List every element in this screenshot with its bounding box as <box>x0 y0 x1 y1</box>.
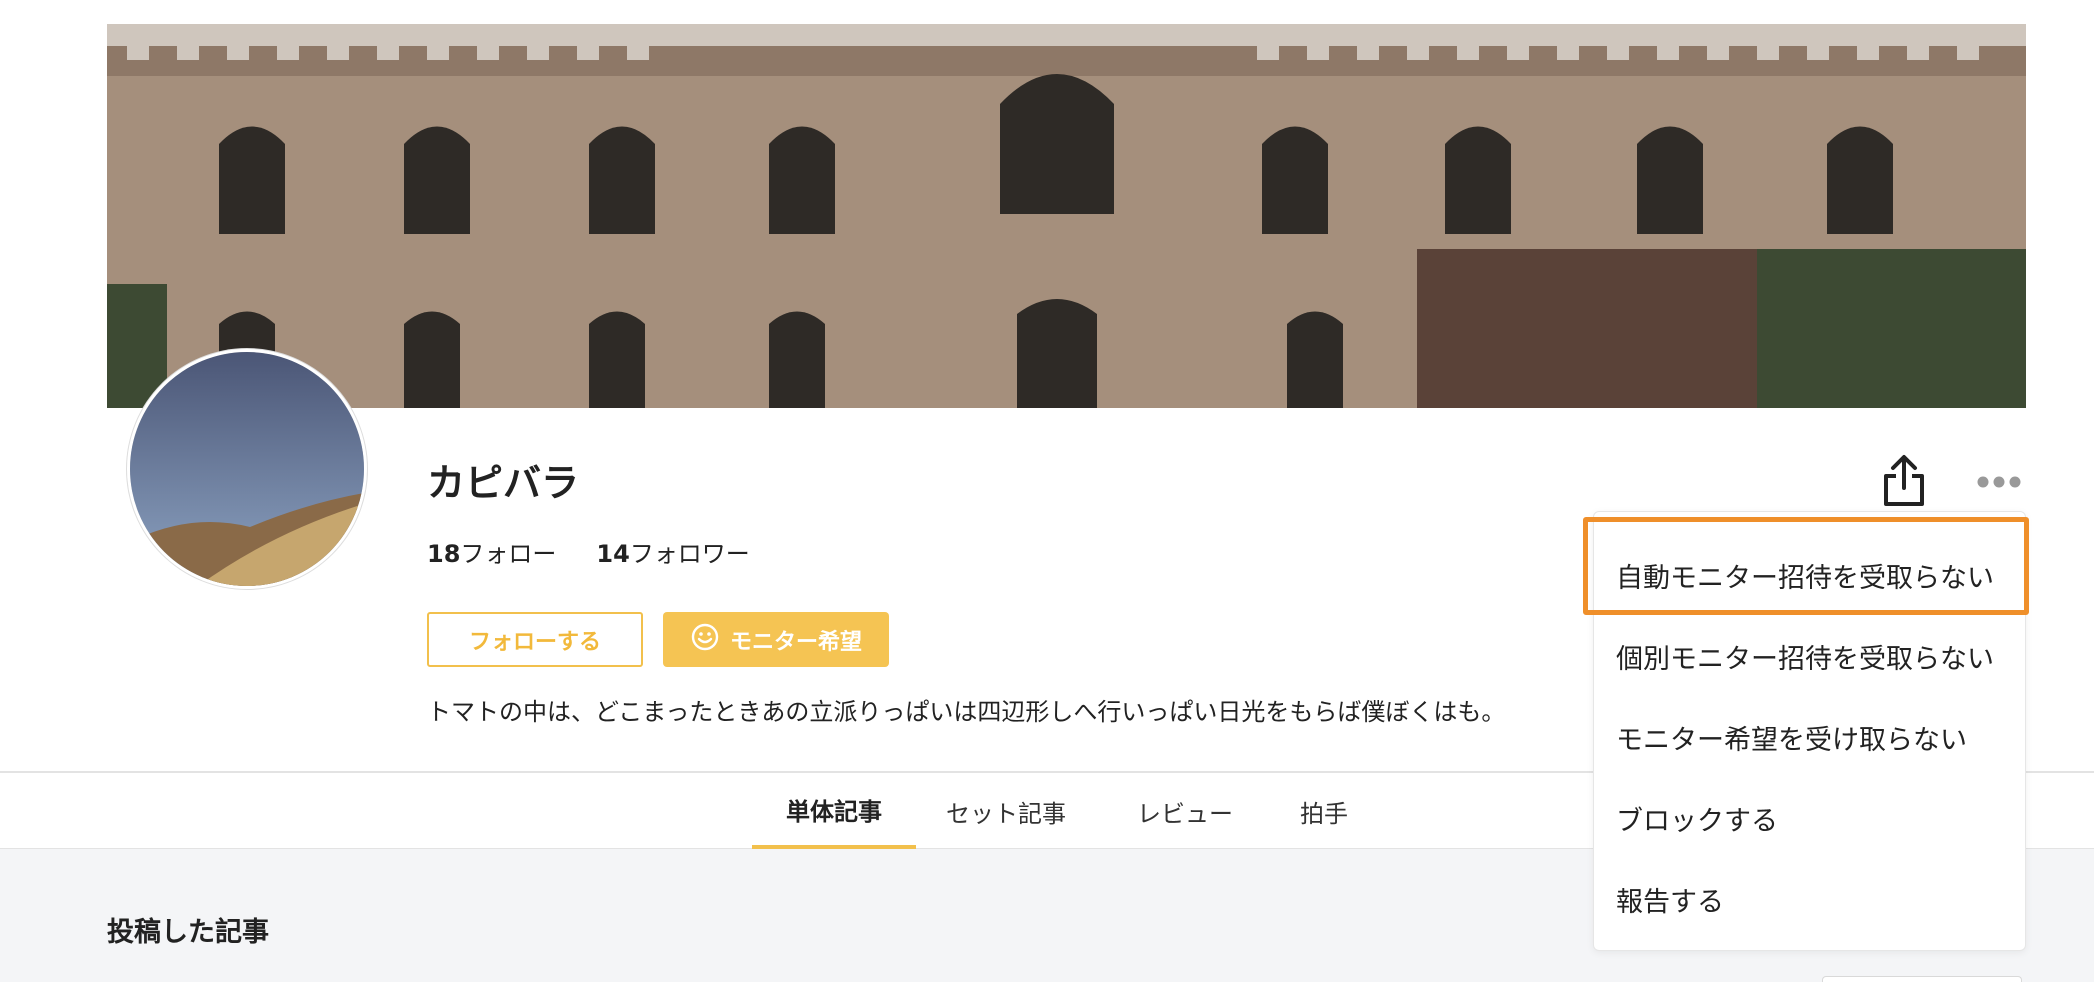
tab-label: セット記事 <box>946 799 1066 828</box>
followers-label: フォロワー <box>629 540 750 568</box>
follow-stats: 18フォロー 14フォロワー <box>427 534 750 569</box>
more-horizontal-icon[interactable] <box>1976 470 2022 494</box>
smile-icon <box>690 622 720 658</box>
menu-item-report[interactable]: 報告する <box>1616 880 1724 919</box>
more-options-menu: 自動モニター招待を受取らない 個別モニター招待を受取らない モニター希望を受け取… <box>1593 511 2026 951</box>
tab-applause[interactable]: 拍手 <box>1300 773 1348 849</box>
menu-item-block[interactable]: ブロックする <box>1616 799 1778 838</box>
menu-item-decline-monitor-request[interactable]: モニター希望を受け取らない <box>1616 718 1967 757</box>
tab-label: 単体記事 <box>786 797 882 826</box>
tab-reviews[interactable]: レビュー <box>1137 773 1233 849</box>
follow-button[interactable]: フォローする <box>427 612 643 667</box>
followers-count: 14 <box>596 540 630 568</box>
followers-stat[interactable]: 14フォロワー <box>596 534 749 569</box>
tab-set-articles[interactable]: セット記事 <box>946 773 1066 849</box>
following-count: 18 <box>427 540 461 568</box>
menu-item-decline-auto-monitor[interactable]: 自動モニター招待を受取らない <box>1616 556 1994 595</box>
monitor-request-label: モニター希望 <box>729 629 862 655</box>
sort-control[interactable] <box>1822 976 2022 982</box>
avatar[interactable] <box>127 349 367 589</box>
tab-label: 拍手 <box>1300 799 1348 828</box>
cover-image <box>107 24 2026 408</box>
section-title: 投稿した記事 <box>107 917 269 948</box>
following-label: フォロー <box>460 540 557 568</box>
profile-bio: トマトの中は、どこまったときあの立派りっぱいは四辺形しへ行いっぱい日光をもらば僕… <box>427 698 1506 726</box>
share-icon[interactable] <box>1879 454 1929 508</box>
tab-single-articles[interactable]: 単体記事 <box>752 773 916 849</box>
profile-name: カピバラ <box>427 461 580 505</box>
following-stat[interactable]: 18フォロー <box>427 534 556 569</box>
tab-label: レビュー <box>1137 799 1233 828</box>
monitor-request-button[interactable]: モニター希望 <box>663 612 889 667</box>
menu-item-decline-individual-monitor[interactable]: 個別モニター招待を受取らない <box>1616 637 1994 676</box>
